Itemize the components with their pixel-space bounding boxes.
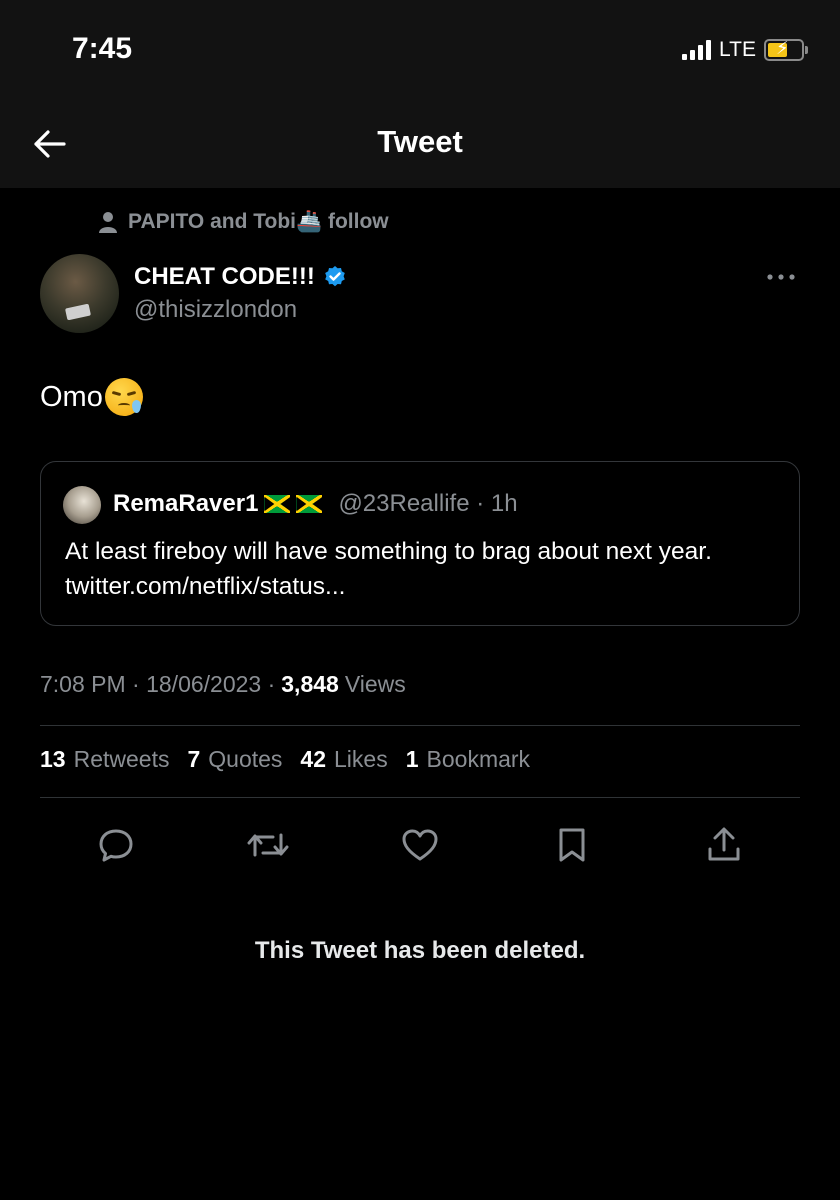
tweet-body: Omo bbox=[40, 378, 143, 416]
network-label: LTE bbox=[719, 38, 756, 61]
stat-label: Likes bbox=[334, 746, 388, 772]
bookmarks-stat[interactable]: 1 Bookmark bbox=[406, 746, 530, 773]
social-context-text: PAPITO and Tobi🚢 follow bbox=[128, 210, 389, 233]
author-handle[interactable]: @thisizzlondon bbox=[134, 296, 297, 324]
status-indicators: LTE ⚡ bbox=[682, 38, 808, 62]
crying-face-emoji bbox=[104, 378, 143, 416]
nav-header: Tweet bbox=[0, 100, 840, 188]
stat-count: 42 bbox=[300, 746, 327, 772]
quote-text: At least fireboy will have something to … bbox=[65, 538, 712, 600]
jamaica-flag-icon bbox=[296, 495, 323, 513]
quoted-tweet-card[interactable]: RemaRaver1 @23Reallife · 1h At least fir… bbox=[40, 461, 800, 626]
status-time: 7:45 bbox=[72, 32, 133, 65]
author-name: CHEAT CODE!!! bbox=[134, 263, 315, 290]
stat-count: 7 bbox=[187, 746, 201, 772]
share-icon[interactable] bbox=[699, 820, 749, 870]
social-context[interactable]: PAPITO and Tobi🚢 follow bbox=[98, 210, 389, 234]
views-count: 3,848 bbox=[281, 671, 339, 697]
like-icon[interactable] bbox=[395, 820, 445, 870]
quotes-stat[interactable]: 7 Quotes bbox=[187, 746, 282, 773]
divider bbox=[40, 797, 800, 798]
stat-label: Retweets bbox=[73, 746, 170, 772]
signal-icon bbox=[682, 40, 712, 60]
retweet-icon[interactable] bbox=[243, 820, 293, 870]
stat-count: 1 bbox=[405, 746, 419, 772]
views-label: Views bbox=[344, 671, 406, 697]
quote-author-name: RemaRaver1 bbox=[113, 490, 259, 517]
verified-badge-icon bbox=[325, 266, 345, 287]
divider bbox=[40, 725, 800, 726]
author-avatar[interactable] bbox=[40, 254, 119, 333]
page-title: Tweet bbox=[377, 124, 463, 159]
retweets-stat[interactable]: 13 Retweets bbox=[40, 746, 169, 773]
reply-icon[interactable] bbox=[91, 820, 141, 870]
stat-label: Quotes bbox=[208, 746, 283, 772]
deleted-notice: This Tweet has been deleted. bbox=[254, 937, 586, 964]
bookmark-icon[interactable] bbox=[547, 820, 597, 870]
stat-count: 13 bbox=[40, 746, 66, 772]
quote-author-handle: @23Reallife · 1h bbox=[338, 490, 518, 517]
more-options-icon[interactable] bbox=[764, 264, 798, 290]
quote-header: RemaRaver1 @23Reallife · 1h bbox=[113, 490, 518, 518]
tweet-text: Omo bbox=[40, 380, 103, 413]
quote-avatar bbox=[63, 486, 101, 524]
action-bar bbox=[40, 820, 800, 870]
status-bar: 7:45 LTE ⚡ bbox=[0, 0, 840, 100]
likes-stat[interactable]: 42 Likes bbox=[300, 746, 387, 773]
author-name-row[interactable]: CHEAT CODE!!! bbox=[134, 263, 347, 291]
battery-icon: ⚡ bbox=[764, 38, 808, 61]
tweet-meta: 7:08 PM · 18/06/2023 · 3,848 Views bbox=[40, 671, 406, 698]
person-icon bbox=[99, 212, 117, 233]
stat-label: Bookmark bbox=[426, 746, 531, 772]
tweet-timestamp: 7:08 PM · 18/06/2023 · bbox=[40, 671, 276, 697]
engagement-stats: 13 Retweets 7 Quotes 42 Likes 1 Bookmark bbox=[40, 746, 530, 773]
jamaica-flag-icon bbox=[264, 495, 291, 513]
